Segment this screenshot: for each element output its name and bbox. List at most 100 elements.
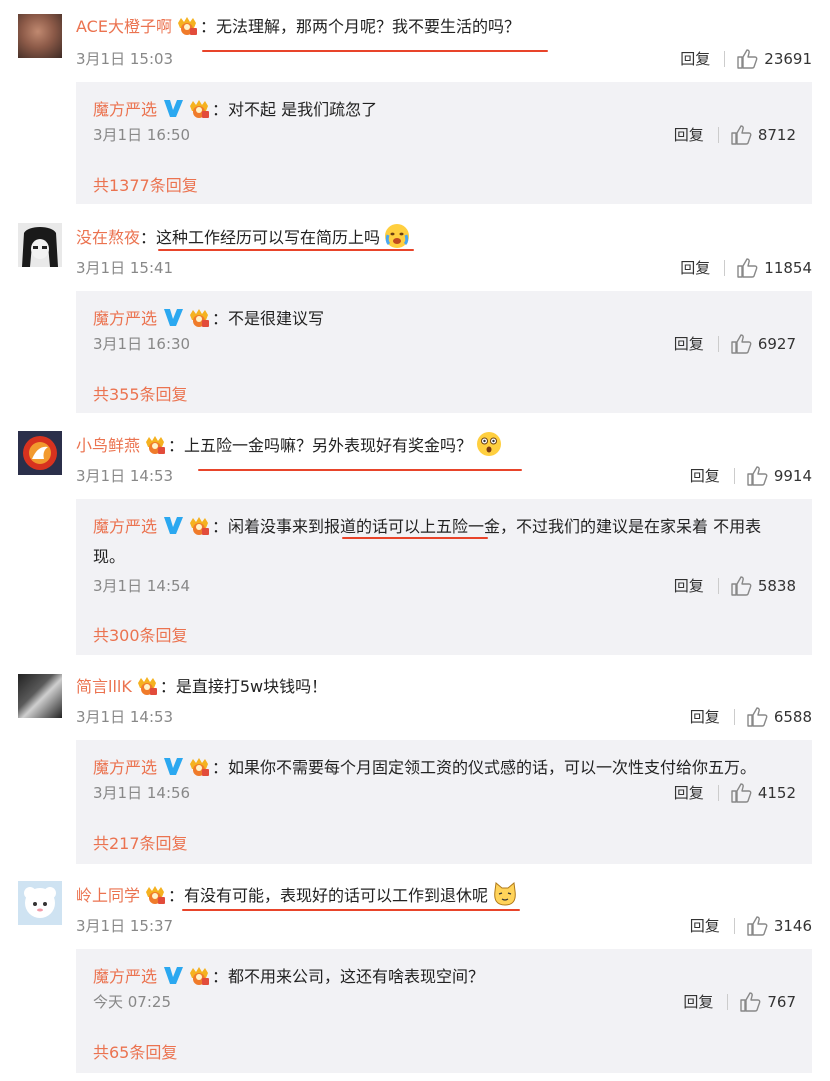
- avatar-image: [18, 431, 62, 475]
- crown-badge-icon: [190, 309, 210, 327]
- crown-badge-icon: [146, 436, 166, 454]
- comment-text: ：上五险一金吗嘛？另外表现好有奖金吗？: [168, 436, 473, 455]
- divider: [733, 917, 735, 934]
- more-replies-link[interactable]: 共65条回复: [93, 1039, 177, 1063]
- thumb-up-icon[interactable]: [747, 706, 768, 727]
- timestamp: 3月1日 15:37: [76, 917, 174, 935]
- avatar[interactable]: [18, 431, 62, 475]
- comment-actions: 回复 23691: [680, 48, 812, 69]
- reply-username-link[interactable]: 魔方严选: [93, 967, 157, 986]
- reply-timestamp: 3月1日 14:54: [93, 577, 191, 595]
- verified-v-icon: [164, 517, 184, 534]
- reply-button[interactable]: 回复: [674, 782, 704, 803]
- reply-box: 魔方严选 ：都不用来公司，这还有啥表现空间？ 今天 07:25 回复 767 共6…: [76, 949, 812, 1073]
- highlight-underline: [158, 249, 414, 251]
- comment-actions: 回复 11854: [680, 257, 812, 278]
- thumb-up-icon[interactable]: [731, 124, 752, 145]
- reply-timestamp: 3月1日 14:56: [93, 784, 191, 802]
- username-link[interactable]: ACE大橙子啊: [76, 17, 172, 36]
- reply-button[interactable]: 回复: [680, 257, 710, 278]
- reply-timestamp: 今天 07:25: [93, 993, 171, 1011]
- reply-text: ：对不起 是我们疏忽了: [212, 100, 378, 119]
- comment-text: ：是直接打5w块钱吗！: [159, 677, 328, 696]
- comment-line: 没在熬夜：这种工作经历可以写在简历上吗: [76, 223, 410, 249]
- thumb-up-icon[interactable]: [731, 333, 752, 354]
- thumb-up-icon[interactable]: [731, 575, 752, 596]
- reply-button[interactable]: 回复: [690, 706, 720, 727]
- reply-button[interactable]: 回复: [690, 465, 720, 486]
- thumb-up-icon[interactable]: [747, 465, 768, 486]
- avatar[interactable]: [18, 674, 62, 718]
- divider: [717, 784, 719, 801]
- thumb-up-icon[interactable]: [731, 782, 752, 803]
- like-count: 23691: [764, 49, 812, 68]
- reply-button[interactable]: 回复: [690, 915, 720, 936]
- like-count: 9914: [773, 466, 812, 485]
- reply-button[interactable]: 回复: [674, 575, 704, 596]
- thumb-up-icon[interactable]: [737, 48, 758, 69]
- more-replies-link[interactable]: 共355条回复: [93, 381, 188, 405]
- divider: [717, 335, 719, 352]
- reply-username-link[interactable]: 魔方严选: [93, 517, 157, 536]
- avatar-image: [18, 223, 62, 267]
- reply-timestamp: 3月1日 16:30: [93, 335, 191, 353]
- comment-text: ：这种工作经历可以写在简历上吗: [140, 228, 381, 247]
- reply-box: 魔方严选 ：对不起 是我们疏忽了 3月1日 16:50 回复 8712 共1377…: [76, 82, 812, 204]
- comment-line: 简言lllK ：是直接打5w块钱吗！: [76, 674, 327, 700]
- more-replies-link[interactable]: 共1377条回复: [93, 172, 198, 196]
- like-count: 6927: [757, 334, 796, 353]
- more-replies-link[interactable]: 共300条回复: [93, 622, 188, 646]
- like-count: 767: [767, 992, 796, 1011]
- reply-button[interactable]: 回复: [674, 333, 704, 354]
- like-count: 4152: [757, 783, 796, 802]
- like-count: 8712: [757, 125, 796, 144]
- comment-actions: 回复 9914: [690, 465, 812, 486]
- divider: [717, 577, 719, 594]
- reply-actions: 回复 767: [683, 991, 796, 1012]
- reply-username-link[interactable]: 魔方严选: [93, 758, 157, 777]
- thumb-up-icon[interactable]: [740, 991, 761, 1012]
- divider: [724, 259, 726, 276]
- more-replies-link[interactable]: 共217条回复: [93, 830, 188, 854]
- reply-actions: 回复 5838: [674, 575, 796, 596]
- crown-badge-icon: [137, 677, 157, 695]
- reply-actions: 回复 8712: [674, 124, 796, 145]
- username-link[interactable]: 岭上同学: [76, 886, 140, 905]
- timestamp: 3月1日 15:03: [76, 50, 174, 68]
- username-link[interactable]: 没在熬夜: [76, 228, 140, 247]
- reply-username-link[interactable]: 魔方严选: [93, 309, 157, 328]
- crown-badge-icon: [177, 17, 197, 35]
- highlight-underline: [342, 537, 488, 539]
- like-count: 11854: [764, 258, 812, 277]
- divider: [727, 993, 729, 1010]
- timestamp: 3月1日 15:41: [76, 259, 174, 277]
- username-link[interactable]: 简言lllK: [76, 677, 132, 696]
- avatar[interactable]: [18, 223, 62, 267]
- thumb-up-icon[interactable]: [747, 915, 768, 936]
- cat-emoji-icon: [494, 882, 516, 906]
- reply-actions: 回复 6927: [674, 333, 796, 354]
- comment-line: ACE大橙子啊 ：无法理解，那两个月呢？我不要生活的吗？: [76, 14, 520, 40]
- reply-line: 魔方严选 ：闲着没事来到报道的话可以上五险一金，不过我们的建议是在家呆着 不用表现…: [93, 512, 793, 572]
- comment-line: 小鸟鲜燕 ：上五险一金吗嘛？另外表现好有奖金吗？: [76, 431, 502, 457]
- username-link[interactable]: 小鸟鲜燕: [76, 436, 140, 455]
- highlight-underline: [202, 50, 548, 52]
- reply-button[interactable]: 回复: [674, 124, 704, 145]
- verified-v-icon: [164, 100, 184, 117]
- reply-username-link[interactable]: 魔方严选: [93, 100, 157, 119]
- reply-button[interactable]: 回复: [683, 991, 713, 1012]
- like-count: 3146: [773, 916, 812, 935]
- thumb-up-icon[interactable]: [737, 257, 758, 278]
- reply-button[interactable]: 回复: [680, 48, 710, 69]
- surprised-emoji-icon: [477, 432, 502, 456]
- comment-line: 岭上同学 ：有没有可能，表现好的话可以工作到退休呢: [76, 881, 518, 907]
- reply-line: 魔方严选 ：不是很建议写: [93, 304, 793, 334]
- divider: [733, 708, 735, 725]
- avatar[interactable]: [18, 14, 62, 58]
- timestamp: 3月1日 14:53: [76, 467, 174, 485]
- verified-v-icon: [164, 758, 184, 775]
- timestamp: 3月1日 14:53: [76, 708, 174, 726]
- avatar[interactable]: [18, 881, 62, 925]
- reply-line: 魔方严选 ：对不起 是我们疏忽了: [93, 95, 793, 125]
- reply-box: 魔方严选 ：不是很建议写 3月1日 16:30 回复 6927 共355条回复: [76, 291, 812, 413]
